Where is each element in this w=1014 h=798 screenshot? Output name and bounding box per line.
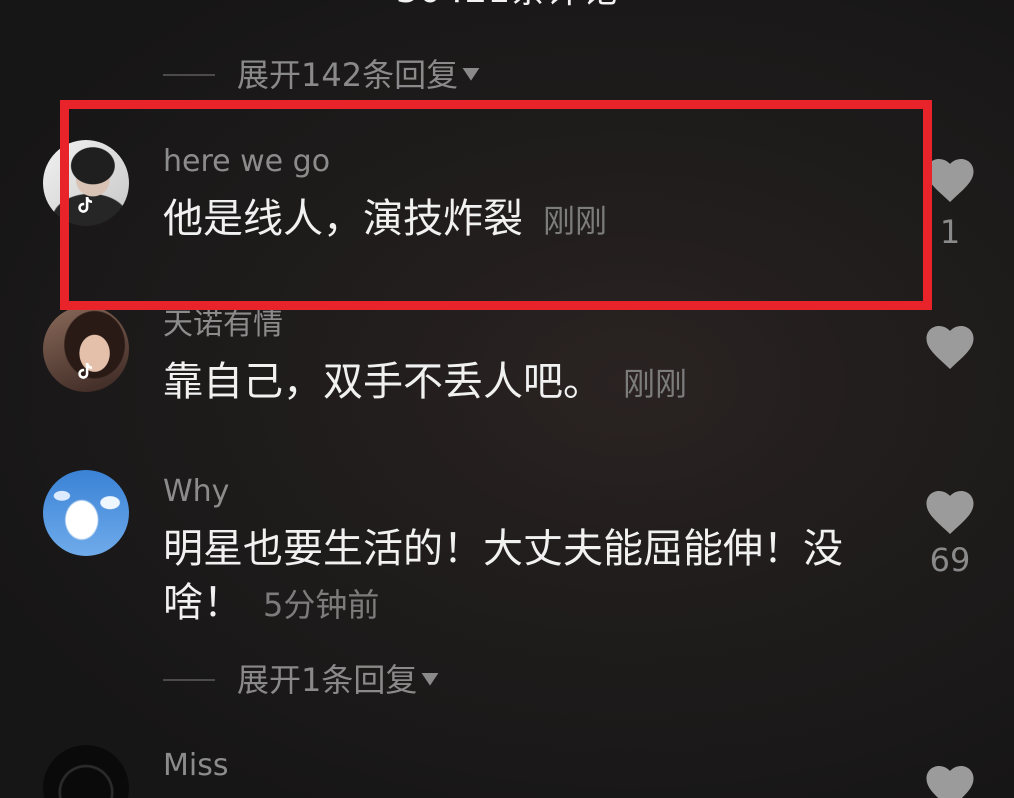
comment-count-title: 30421条评论 [0, 0, 1014, 11]
heart-icon [926, 766, 974, 798]
avatar[interactable] [43, 470, 131, 558]
comment-username[interactable]: Why [163, 472, 229, 512]
expand-replies-button[interactable]: 展开142条回复 [163, 55, 480, 95]
like-button[interactable] [920, 325, 980, 370]
triangle-down-icon [421, 673, 439, 686]
comment-username[interactable]: 天诺有情 [163, 305, 283, 345]
like-button[interactable] [920, 490, 980, 535]
comment-text: 他是线人，演技炸裂 [163, 196, 523, 242]
douyin-logo-icon [78, 197, 93, 213]
like-button[interactable] [920, 158, 980, 203]
expand-replies-button[interactable]: 展开1条回复 [163, 660, 439, 700]
avatar-image [43, 470, 129, 556]
avatar[interactable] [43, 745, 131, 798]
reply-divider-line [163, 679, 215, 681]
like-count: 1 [939, 213, 961, 251]
triangle-down-icon [462, 68, 480, 81]
heart-icon [926, 159, 974, 202]
comment-body[interactable]: 明星也要生活的！大丈夫能屈能伸！没啥！ 5分钟前 [163, 522, 863, 632]
avatar[interactable] [43, 306, 131, 394]
like-button[interactable] [920, 765, 980, 798]
comment-username[interactable]: here we go [163, 142, 330, 182]
comment-time: 刚刚 [623, 365, 688, 403]
comment-count-header: 30421条评论 [0, 0, 1014, 12]
expand-replies-label: 展开1条回复 [237, 661, 418, 699]
comment-username[interactable]: Miss [163, 746, 228, 786]
comment-body[interactable]: 靠自己，双手不丢人吧。 刚刚 [163, 355, 863, 411]
comment-body[interactable]: 他是线人，演技炸裂 刚刚 [163, 192, 863, 248]
avatar[interactable] [43, 140, 131, 228]
comment-time: 刚刚 [543, 202, 608, 240]
comment-panel: 30421条评论 展开142条回复 here we go 他是线人，演技炸裂刚刚… [0, 0, 1014, 798]
comment-time: 5分钟前 [263, 586, 380, 624]
reply-divider-line [163, 74, 215, 76]
like-count: 69 [929, 541, 971, 579]
expand-replies-label: 展开142条回复 [237, 56, 459, 94]
heart-icon [926, 491, 974, 534]
heart-icon [926, 326, 974, 369]
comment-text: 靠自己，双手不丢人吧。 [163, 359, 603, 405]
douyin-logo-icon [78, 363, 93, 379]
avatar-image [43, 745, 129, 798]
